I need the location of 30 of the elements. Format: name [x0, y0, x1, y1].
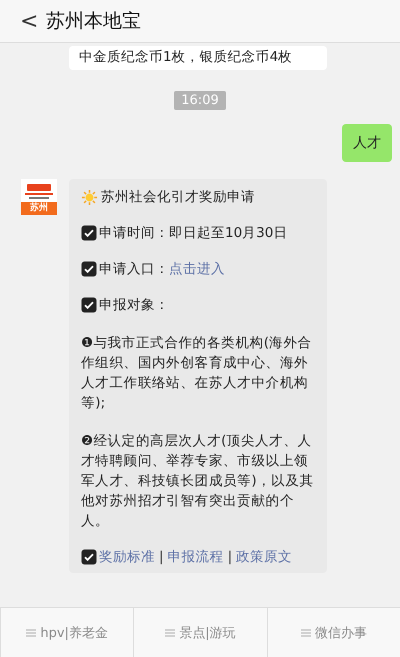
field-label: 申请入口：	[99, 260, 169, 279]
timestamp: 16:09	[174, 91, 226, 110]
message-bubble: 人才	[342, 124, 392, 162]
avatar-label: 苏州	[21, 202, 57, 215]
separator: |	[159, 548, 164, 567]
info-line: 申请时间：即日起至10月30日	[99, 224, 288, 243]
menu-icon	[26, 628, 36, 636]
menu-tab[interactable]: 景点|游玩	[133, 608, 267, 657]
paragraph: ❶与我市正式合作的各类机构(海外合作组织、国内外创客育成中心、海外人才工作联络站、在苏人才中介机构等);	[81, 334, 313, 413]
link[interactable]: 奖励标准	[99, 547, 155, 567]
checkbox-icon	[81, 549, 97, 565]
checkbox-icon	[81, 225, 97, 241]
menu-tab[interactable]: 微信办事	[266, 608, 400, 657]
avatar-logo[interactable]: 苏州	[21, 179, 57, 215]
menu-icon	[165, 628, 176, 636]
section-heading: 申报对象：	[99, 296, 169, 315]
card-title: 苏州社会化引才奖励申请	[101, 188, 255, 207]
message-bubble: 中金质纪念币1枚，银质纪念币4枚	[69, 46, 327, 70]
back-button[interactable]: <	[20, 8, 38, 34]
entry-link[interactable]: 点击进入	[169, 259, 225, 279]
menu-icon	[300, 628, 311, 636]
page-title: 苏州本地宝	[46, 9, 141, 34]
separator: |	[228, 548, 232, 567]
link[interactable]: 申报流程	[168, 547, 224, 567]
sun-icon	[81, 188, 98, 206]
checkbox-icon	[81, 261, 97, 277]
checkbox-icon	[81, 297, 97, 313]
link[interactable]: 政策原文	[236, 547, 292, 567]
paragraph: ❷经认定的高层次人才(顶尖人才、人才特聘顾问、举荐专家、市级以上领军人才、科技镇长团成员等)，以及其他对苏州招才引智有突出贡献的个人。	[81, 432, 315, 531]
menu-tab[interactable]: hpv|养老金	[0, 608, 134, 657]
